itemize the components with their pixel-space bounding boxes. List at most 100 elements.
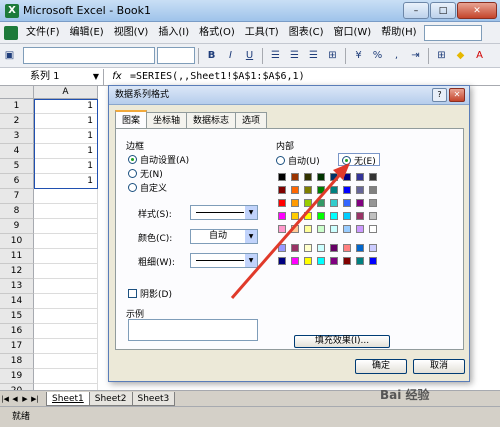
color-swatch[interactable] — [317, 199, 325, 207]
color-swatch[interactable] — [369, 225, 377, 233]
color-swatch[interactable] — [304, 212, 312, 220]
color-swatch[interactable] — [369, 173, 377, 181]
color-swatch[interactable] — [369, 212, 377, 220]
color-swatch[interactable] — [330, 186, 338, 194]
formula-text[interactable]: =SERIES(,,Sheet1!$A$1:$A$6,1) — [130, 71, 305, 82]
cell-a[interactable] — [34, 219, 98, 234]
percent-icon[interactable]: % — [370, 48, 385, 63]
tab-data-labels[interactable]: 数据标志 — [186, 112, 237, 128]
next-sheet-icon[interactable]: ▶ — [20, 393, 30, 405]
fill-color-icon[interactable]: ◆ — [453, 48, 468, 63]
prev-sheet-icon[interactable]: ◀ — [10, 393, 20, 405]
row-header[interactable]: 15 — [0, 309, 34, 324]
color-swatch[interactable] — [291, 173, 299, 181]
menu-edit[interactable]: 编辑(E) — [65, 22, 109, 44]
first-sheet-icon[interactable]: |◀ — [0, 393, 10, 405]
cell-a[interactable] — [34, 294, 98, 309]
cell-a[interactable]: 1 — [34, 174, 98, 189]
row-header[interactable]: 12 — [0, 264, 34, 279]
color-swatch[interactable] — [356, 186, 364, 194]
color-swatch[interactable] — [304, 199, 312, 207]
menu-insert[interactable]: 插入(I) — [153, 22, 194, 44]
color-swatch[interactable] — [343, 173, 351, 181]
sheet-tab-1[interactable]: Sheet1 — [46, 391, 90, 406]
color-swatch[interactable] — [330, 173, 338, 181]
color-swatch[interactable] — [369, 186, 377, 194]
line-color-select[interactable]: 自动 ▼ — [190, 229, 258, 244]
color-swatch[interactable] — [330, 199, 338, 207]
color-swatch[interactable] — [304, 225, 312, 233]
row-header[interactable]: 2 — [0, 114, 34, 129]
row-header[interactable]: 16 — [0, 324, 34, 339]
tab-patterns[interactable]: 图案 — [115, 110, 148, 128]
color-swatch[interactable] — [330, 244, 338, 252]
color-swatch[interactable] — [291, 212, 299, 220]
column-header-a[interactable]: A — [34, 86, 98, 99]
currency-icon[interactable]: ¥ — [351, 48, 366, 63]
color-swatch[interactable] — [356, 173, 364, 181]
row-header[interactable]: 17 — [0, 339, 34, 354]
color-swatch[interactable] — [356, 199, 364, 207]
row-header[interactable]: 6 — [0, 174, 34, 189]
color-swatch[interactable] — [291, 257, 299, 265]
save-icon[interactable]: ▣ — [2, 48, 17, 63]
color-swatch[interactable] — [278, 212, 286, 220]
border-none-radio[interactable]: 无(N) — [128, 167, 163, 180]
cell-a[interactable] — [34, 264, 98, 279]
shadow-checkbox[interactable]: 阴影(D) — [128, 287, 172, 300]
row-header[interactable]: 5 — [0, 159, 34, 174]
cell-a[interactable] — [34, 234, 98, 249]
area-auto-radio[interactable]: 自动(U) — [276, 154, 320, 167]
chevron-down-icon[interactable]: ▼ — [245, 230, 257, 243]
color-swatch[interactable] — [278, 244, 286, 252]
dialog-titlebar[interactable]: 数据系列格式 ? ✕ — [109, 86, 469, 105]
line-weight-select[interactable]: ▼ — [190, 253, 258, 268]
color-swatch[interactable] — [369, 244, 377, 252]
font-color-icon[interactable]: A — [472, 48, 487, 63]
align-left-icon[interactable]: ☰ — [268, 48, 283, 63]
color-swatch[interactable] — [369, 199, 377, 207]
cell-a[interactable]: 1 — [34, 114, 98, 129]
color-swatch[interactable] — [356, 244, 364, 252]
color-swatch[interactable] — [278, 173, 286, 181]
color-swatch[interactable] — [304, 257, 312, 265]
align-center-icon[interactable]: ☰ — [287, 48, 302, 63]
font-size-select[interactable] — [157, 47, 195, 64]
area-none-radio[interactable]: 无(E) — [342, 154, 376, 167]
fill-effects-button[interactable]: 填充效果(I)... — [294, 335, 390, 348]
help-icon[interactable]: ? — [432, 88, 447, 102]
menu-view[interactable]: 视图(V) — [109, 22, 154, 44]
cell-a[interactable] — [34, 279, 98, 294]
ok-button[interactable]: 确定 — [355, 359, 407, 374]
name-box[interactable]: 系列 1 ▼ — [0, 68, 104, 85]
menu-chart[interactable]: 图表(C) — [284, 22, 329, 44]
color-swatch[interactable] — [291, 186, 299, 194]
color-swatch[interactable] — [343, 186, 351, 194]
cell-a[interactable] — [34, 369, 98, 384]
row-header[interactable]: 9 — [0, 219, 34, 234]
row-header[interactable]: 7 — [0, 189, 34, 204]
help-search-input[interactable] — [423, 24, 482, 41]
color-swatch[interactable] — [343, 212, 351, 220]
cell-a[interactable] — [34, 324, 98, 339]
color-swatch[interactable] — [343, 244, 351, 252]
cell-a[interactable] — [34, 189, 98, 204]
color-swatch[interactable] — [343, 199, 351, 207]
underline-icon[interactable]: U — [242, 48, 257, 63]
color-swatch[interactable] — [278, 257, 286, 265]
chevron-down-icon[interactable]: ▼ — [245, 254, 257, 267]
chevron-down-icon[interactable]: ▼ — [93, 69, 99, 85]
row-header[interactable]: 10 — [0, 234, 34, 249]
row-header[interactable]: 19 — [0, 369, 34, 384]
menu-tools[interactable]: 工具(T) — [240, 22, 284, 44]
tab-axis[interactable]: 坐标轴 — [146, 112, 188, 128]
color-swatch[interactable] — [291, 244, 299, 252]
select-all-corner[interactable] — [0, 86, 34, 99]
color-swatch[interactable] — [317, 186, 325, 194]
close-button[interactable]: ✕ — [457, 2, 497, 19]
color-swatch[interactable] — [317, 212, 325, 220]
color-swatch[interactable] — [304, 244, 312, 252]
cell-a[interactable] — [34, 309, 98, 324]
row-header[interactable]: 18 — [0, 354, 34, 369]
color-swatch[interactable] — [317, 173, 325, 181]
